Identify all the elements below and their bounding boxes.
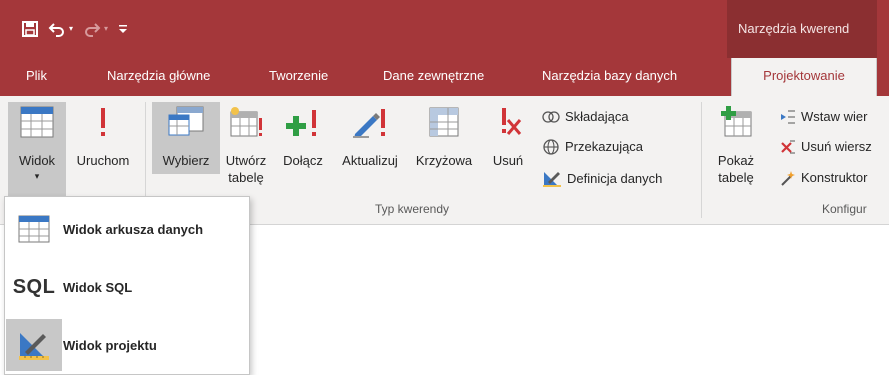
tab-plik[interactable]: Plik (26, 58, 47, 96)
run-button[interactable]: Uruchom (68, 106, 138, 169)
data-definition-label: Definicja danych (567, 171, 663, 186)
menu-item-label: Widok arkusza danych (63, 221, 204, 237)
exclamation-icon (101, 108, 105, 136)
delete-rows-label: Usuń wiersz (801, 139, 872, 154)
undo-icon[interactable]: ▾ (48, 19, 73, 39)
pass-through-button[interactable]: Przekazująca (542, 139, 643, 155)
view-button-label: Widok (18, 153, 56, 168)
show-table-button[interactable]: Pokaż tabelę (708, 106, 764, 186)
view-dropdown-menu: Widok arkusza danych SQL Widok SQL Widok… (4, 196, 250, 375)
view-button[interactable]: Widok ▾ (8, 106, 66, 183)
menu-item-label: Widok projektu (63, 337, 157, 353)
update-button[interactable]: Aktualizuj (332, 106, 408, 169)
data-definition-button[interactable]: Definicja danych (542, 170, 662, 188)
menu-item-design-view[interactable]: Widok projektu (5, 317, 249, 373)
crosstab-label: Krzyżowa (415, 153, 473, 168)
group-label-query-setup: Konfigur (822, 202, 867, 216)
context-header-query-tools: Narzędzia kwerend (727, 0, 877, 58)
sql-icon: SQL (12, 275, 56, 298)
tab-external-data[interactable]: Dane zewnętrzne (383, 58, 484, 96)
menu-item-sql-view[interactable]: SQL Widok SQL (5, 259, 249, 315)
ribbon-tabs: Plik Narzędzia główne Tworzenie Dane zew… (0, 58, 889, 96)
redo-dropdown-icon: ▾ (104, 24, 109, 33)
make-table-label-2: tabelę (228, 170, 264, 185)
make-table-icon (230, 107, 262, 137)
tab-create[interactable]: Tworzenie (269, 58, 328, 96)
select-query-icon (168, 106, 204, 136)
update-label: Aktualizuj (342, 153, 398, 168)
globe-icon (543, 139, 559, 155)
datasheet-icon (18, 215, 50, 243)
select-query-button[interactable]: Wybierz (152, 106, 220, 169)
union-query-button[interactable]: Składająca (542, 109, 629, 125)
append-icon (286, 110, 316, 136)
union-query-label: Składająca (565, 109, 629, 124)
show-table-icon (721, 106, 752, 137)
pass-through-label: Przekazująca (565, 139, 644, 154)
tab-database-tools[interactable]: Narzędzia bazy danych (542, 58, 677, 96)
menu-icon-slot (5, 328, 63, 362)
union-icon (542, 111, 560, 123)
design-icon (19, 333, 49, 360)
crosstab-button[interactable]: Krzyżowa (408, 106, 480, 169)
delete-query-icon (502, 108, 522, 135)
group-separator (701, 102, 702, 218)
quick-access-toolbar: ▾ ▾ (22, 19, 128, 39)
builder-label: Konstruktor (801, 170, 868, 185)
customize-qat-icon[interactable] (118, 23, 128, 35)
menu-icon-slot: SQL (5, 276, 63, 299)
redo-icon: ▾ (83, 19, 108, 39)
delete-query-button[interactable]: Usuń (484, 106, 532, 169)
update-pencil-icon (353, 109, 385, 138)
make-table-button[interactable]: Utwórz tabelę (218, 106, 274, 186)
builder-button[interactable]: Konstruktor (780, 170, 867, 186)
tab-design[interactable]: Projektowanie (731, 58, 877, 96)
show-table-label-2: tabelę (718, 170, 754, 185)
title-bar: ▾ ▾ Narzędzia kwerend (0, 0, 889, 58)
delete-rows-button[interactable]: Usuń wiersz (780, 139, 872, 155)
show-table-label-1: Pokaż (717, 153, 755, 168)
run-button-label: Uruchom (76, 153, 130, 168)
group-label-query-type: Typ kwerendy (375, 202, 450, 216)
make-table-label-1: Utwórz (225, 153, 267, 168)
insert-rows-button[interactable]: Wstaw wier (780, 109, 867, 125)
append-button[interactable]: Dołącz (276, 106, 330, 169)
menu-icon-slot (5, 215, 63, 243)
insert-rows-icon (781, 110, 795, 124)
builder-wand-icon (781, 171, 795, 186)
datasheet-icon (20, 106, 54, 138)
data-definition-icon (543, 172, 561, 187)
delete-query-label: Usuń (492, 153, 524, 168)
save-icon[interactable] (22, 21, 38, 37)
append-label: Dołącz (283, 153, 323, 168)
chevron-down-icon: ▾ (34, 171, 40, 181)
menu-item-datasheet-view[interactable]: Widok arkusza danych (5, 201, 249, 257)
menu-item-label: Widok SQL (63, 279, 133, 295)
undo-dropdown-icon[interactable]: ▾ (69, 19, 73, 39)
delete-rows-icon (781, 140, 795, 154)
select-query-label: Wybierz (162, 153, 210, 168)
tab-home[interactable]: Narzędzia główne (107, 58, 210, 96)
crosstab-icon (429, 107, 459, 137)
insert-rows-label: Wstaw wier (801, 109, 868, 124)
